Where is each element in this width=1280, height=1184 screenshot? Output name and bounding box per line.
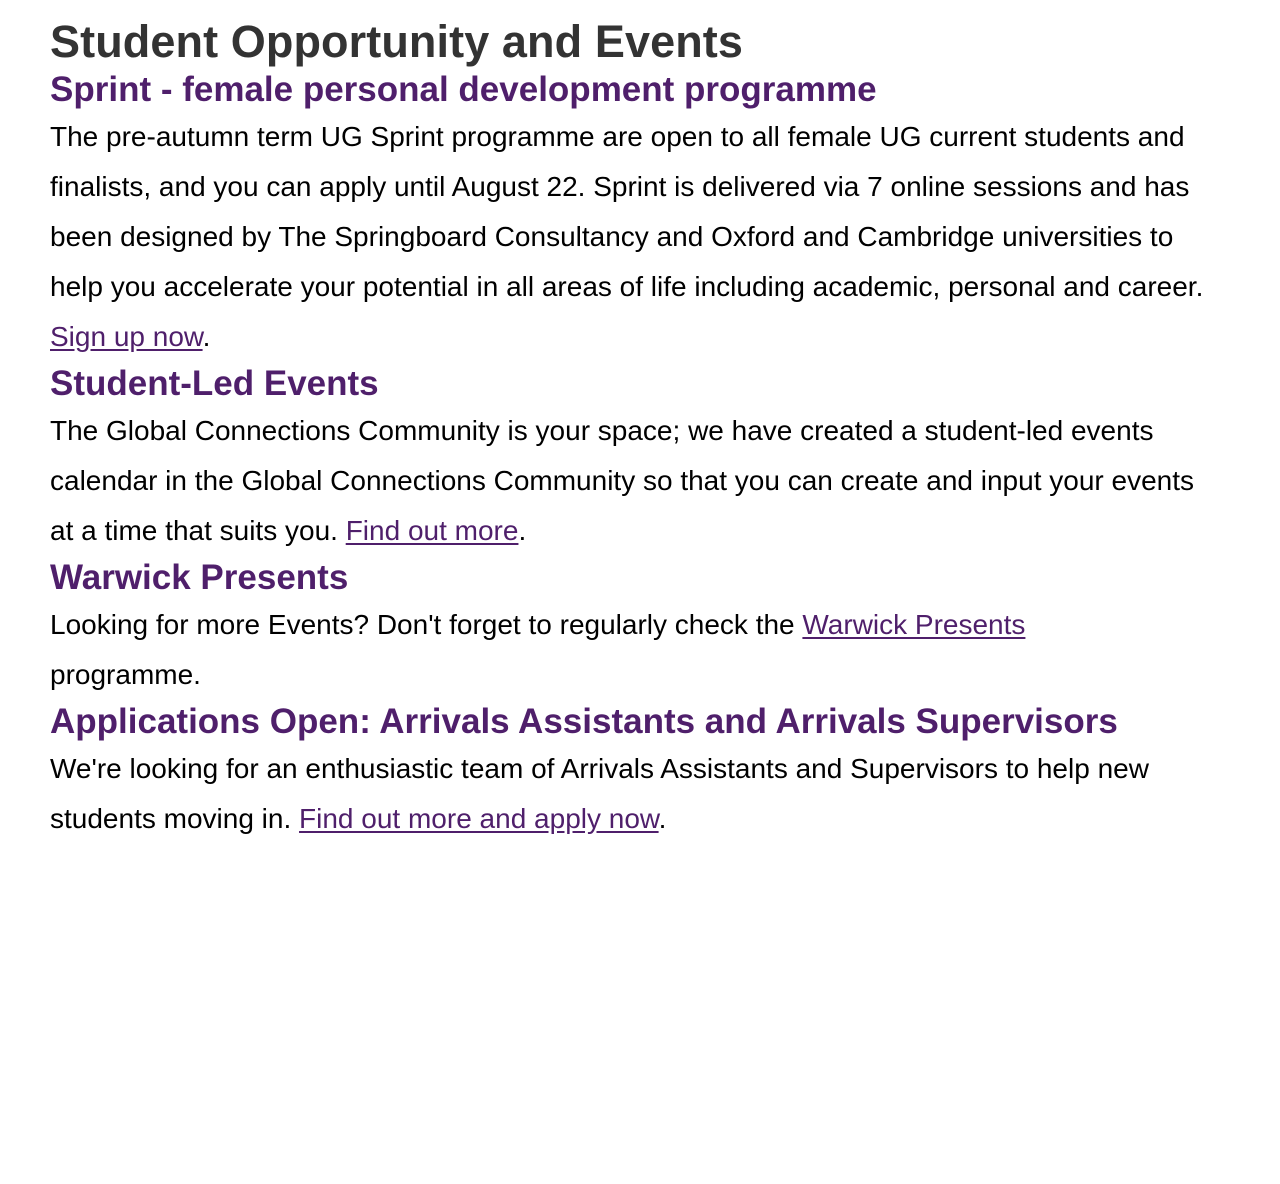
body-text-end: programme. [50, 659, 201, 690]
section-body-sprint: The pre-autumn term UG Sprint programme … [50, 112, 1220, 362]
section-arrivals-applications: Applications Open: Arrivals Assistants a… [50, 700, 1230, 844]
section-body-warwick-presents: Looking for more Events? Don't forget to… [50, 600, 1050, 700]
body-text: The Global Connections Community is your… [50, 415, 1194, 546]
body-text: Looking for more Events? Don't forget to… [50, 609, 803, 640]
body-text-end: . [518, 515, 527, 546]
find-out-more-link[interactable]: Find out more [346, 515, 519, 546]
section-body-student-led-events: The Global Connections Community is your… [50, 406, 1220, 556]
page-title: Student Opportunity and Events [50, 16, 744, 67]
body-text-end: . [658, 803, 667, 834]
section-sprint: Sprint - female personal development pro… [50, 68, 1230, 362]
section-warwick-presents: Warwick Presents Looking for more Events… [50, 556, 1230, 700]
section-heading-warwick-presents: Warwick Presents [50, 558, 349, 597]
body-text-end: . [202, 321, 211, 352]
sign-up-now-link[interactable]: Sign up now [50, 321, 203, 352]
find-out-more-and-apply-link[interactable]: Find out more and apply now [299, 803, 659, 834]
warwick-presents-link[interactable]: Warwick Presents [802, 609, 1025, 640]
section-student-led-events: Student-Led Events The Global Connection… [50, 362, 1230, 556]
newsletter-content: Student Opportunity and Events Sprint - … [0, 0, 1280, 844]
body-text: The pre-autumn term UG Sprint programme … [50, 121, 1204, 302]
section-body-arrivals-applications: We're looking for an enthusiastic team o… [50, 744, 1220, 844]
section-heading-arrivals-applications: Applications Open: Arrivals Assistants a… [50, 702, 1118, 741]
section-heading-student-led-events: Student-Led Events [50, 364, 379, 403]
section-heading-sprint: Sprint - female personal development pro… [50, 70, 877, 109]
